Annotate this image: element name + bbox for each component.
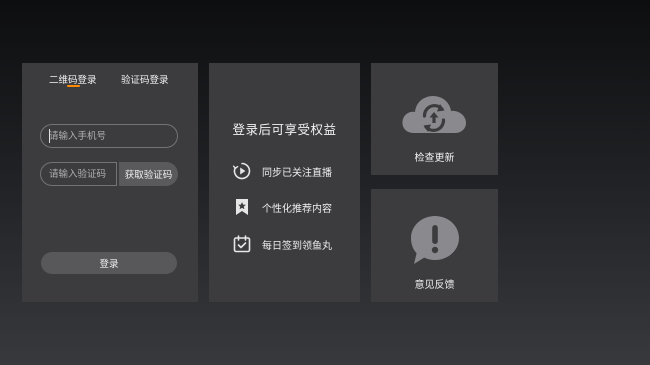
benefit-item-checkin: 每日签到领鱼丸 xyxy=(232,233,332,255)
benefit-label: 同步已关注直播 xyxy=(262,167,332,179)
feedback-tile[interactable]: 意见反馈 xyxy=(371,189,498,302)
text-cursor xyxy=(49,129,50,143)
bookmark-star-icon xyxy=(232,197,252,217)
verification-code-input[interactable] xyxy=(40,162,117,186)
active-tab-indicator xyxy=(67,85,80,87)
phone-input[interactable] xyxy=(40,124,178,148)
exclamation-bubble-icon xyxy=(408,213,462,271)
tab-sms-login[interactable]: 验证码登录 xyxy=(121,72,169,86)
feedback-label: 意见反馈 xyxy=(414,280,455,291)
play-sync-icon xyxy=(232,161,252,181)
benefit-item-sync: 同步已关注直播 xyxy=(232,160,332,182)
calendar-check-icon xyxy=(232,234,252,254)
cloud-refresh-icon xyxy=(400,89,468,141)
benefits-panel: 登录后可享受权益 同步已关注直播 个性化推荐内容 每日签到领鱼丸 xyxy=(209,63,360,302)
benefit-label: 个性化推荐内容 xyxy=(262,203,332,215)
login-panel: 二维码登录 验证码登录 获取验证码 登录 xyxy=(22,63,198,302)
benefit-item-recommend: 个性化推荐内容 xyxy=(232,196,332,218)
benefit-label: 每日签到领鱼丸 xyxy=(262,240,332,252)
check-update-label: 检查更新 xyxy=(414,153,455,164)
login-button[interactable]: 登录 xyxy=(41,252,177,274)
tab-qr-login[interactable]: 二维码登录 xyxy=(49,72,97,86)
check-update-tile[interactable]: 检查更新 xyxy=(371,63,498,175)
benefits-title: 登录后可享受权益 xyxy=(232,122,337,137)
get-code-button[interactable]: 获取验证码 xyxy=(119,162,178,186)
